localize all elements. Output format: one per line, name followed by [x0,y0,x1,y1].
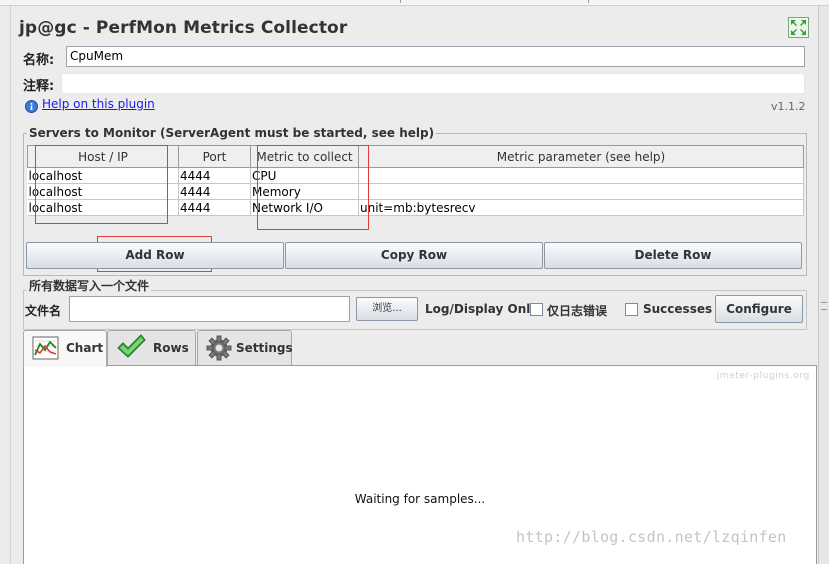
table-row[interactable]: localhost 4444 CPU [27,167,804,184]
cell-host[interactable]: localhost [27,167,179,184]
servers-group-title: Servers to Monitor (ServerAgent must be … [27,126,437,140]
help-link[interactable]: Help on this plugin [42,97,155,111]
tab-rows[interactable]: Rows [107,330,196,365]
waiting-message: Waiting for samples... [354,492,486,506]
filename-label: 文件名 [25,304,62,318]
cell-metric[interactable]: Memory [250,183,359,200]
configure-label: Configure [726,302,792,316]
tab-chart-label: Chart [66,341,104,355]
errors-only-label: 仅日志错误 [547,304,608,318]
top-strip-tick [588,0,589,3]
perfmon-panel: jp@gc - PerfMon Metrics Collector 名称: Cp… [10,6,818,564]
top-strip-tick [400,0,401,3]
column-header-metric[interactable]: Metric to collect [250,145,359,168]
successes-checkbox[interactable] [625,303,638,316]
table-row[interactable]: localhost 4444 Network I/O unit=mb:bytes… [27,199,804,216]
copy-row-label: Copy Row [380,248,448,262]
servers-table: Host / IP Port Metric to collect Metric … [27,145,804,216]
cell-parameter[interactable] [358,183,804,200]
page-title: jp@gc - PerfMon Metrics Collector [19,18,348,38]
splitter-bar[interactable] [818,6,829,564]
info-icon [25,100,38,113]
tab-chart[interactable]: Chart [23,330,107,367]
delete-row-button[interactable]: Delete Row [544,242,802,269]
comment-field[interactable] [61,73,805,94]
column-header-parameter[interactable]: Metric parameter (see help) [358,145,804,168]
browse-button[interactable]: 浏览... [356,297,418,321]
table-header-row: Host / IP Port Metric to collect Metric … [27,145,804,168]
expand-icon[interactable] [788,17,809,38]
comment-label: 注释: [23,79,55,94]
column-header-host[interactable]: Host / IP [27,145,179,168]
cell-port[interactable]: 4444 [178,199,251,216]
add-row-label: Add Row [125,248,185,262]
cell-metric[interactable]: CPU [250,167,359,184]
tab-rows-label: Rows [153,341,189,355]
cell-host[interactable]: localhost [27,199,179,216]
checkmark-icon [117,334,146,358]
tab-settings-label: Settings [236,341,293,355]
add-row-button[interactable]: Add Row [26,242,284,269]
browse-label: 浏览... [372,303,402,314]
cell-metric[interactable]: Network I/O [250,199,359,216]
configure-button[interactable]: Configure [715,295,803,323]
cell-parameter[interactable]: unit=mb:bytesrecv [358,199,804,216]
column-header-port[interactable]: Port [178,145,251,168]
chart-icon [32,336,59,360]
chart-watermark: jmeter-plugins.org [716,371,810,381]
copy-row-button[interactable]: Copy Row [285,242,543,269]
filename-input[interactable] [69,296,350,322]
name-label: 名称: [23,53,55,68]
page-watermark: http://blog.csdn.net/lzqinfen [516,528,787,546]
delete-row-label: Delete Row [634,248,712,262]
splitter-grip-icon[interactable] [821,302,827,310]
name-field[interactable]: CpuMem [66,46,805,67]
errors-only-checkbox[interactable] [530,303,543,316]
log-display-label: Log/Display Only: [425,302,543,316]
cell-host[interactable]: localhost [27,183,179,200]
file-group-title: 所有数据写入一个文件 [27,277,152,294]
version-label: v1.1.2 [771,100,806,113]
tab-settings[interactable]: Settings [197,330,293,365]
cell-parameter[interactable] [358,167,804,184]
cell-port[interactable]: 4444 [178,183,251,200]
cell-port[interactable]: 4444 [178,167,251,184]
table-row[interactable]: localhost 4444 Memory [27,183,804,200]
successes-label: Successes [643,302,713,316]
gear-icon [206,335,232,361]
